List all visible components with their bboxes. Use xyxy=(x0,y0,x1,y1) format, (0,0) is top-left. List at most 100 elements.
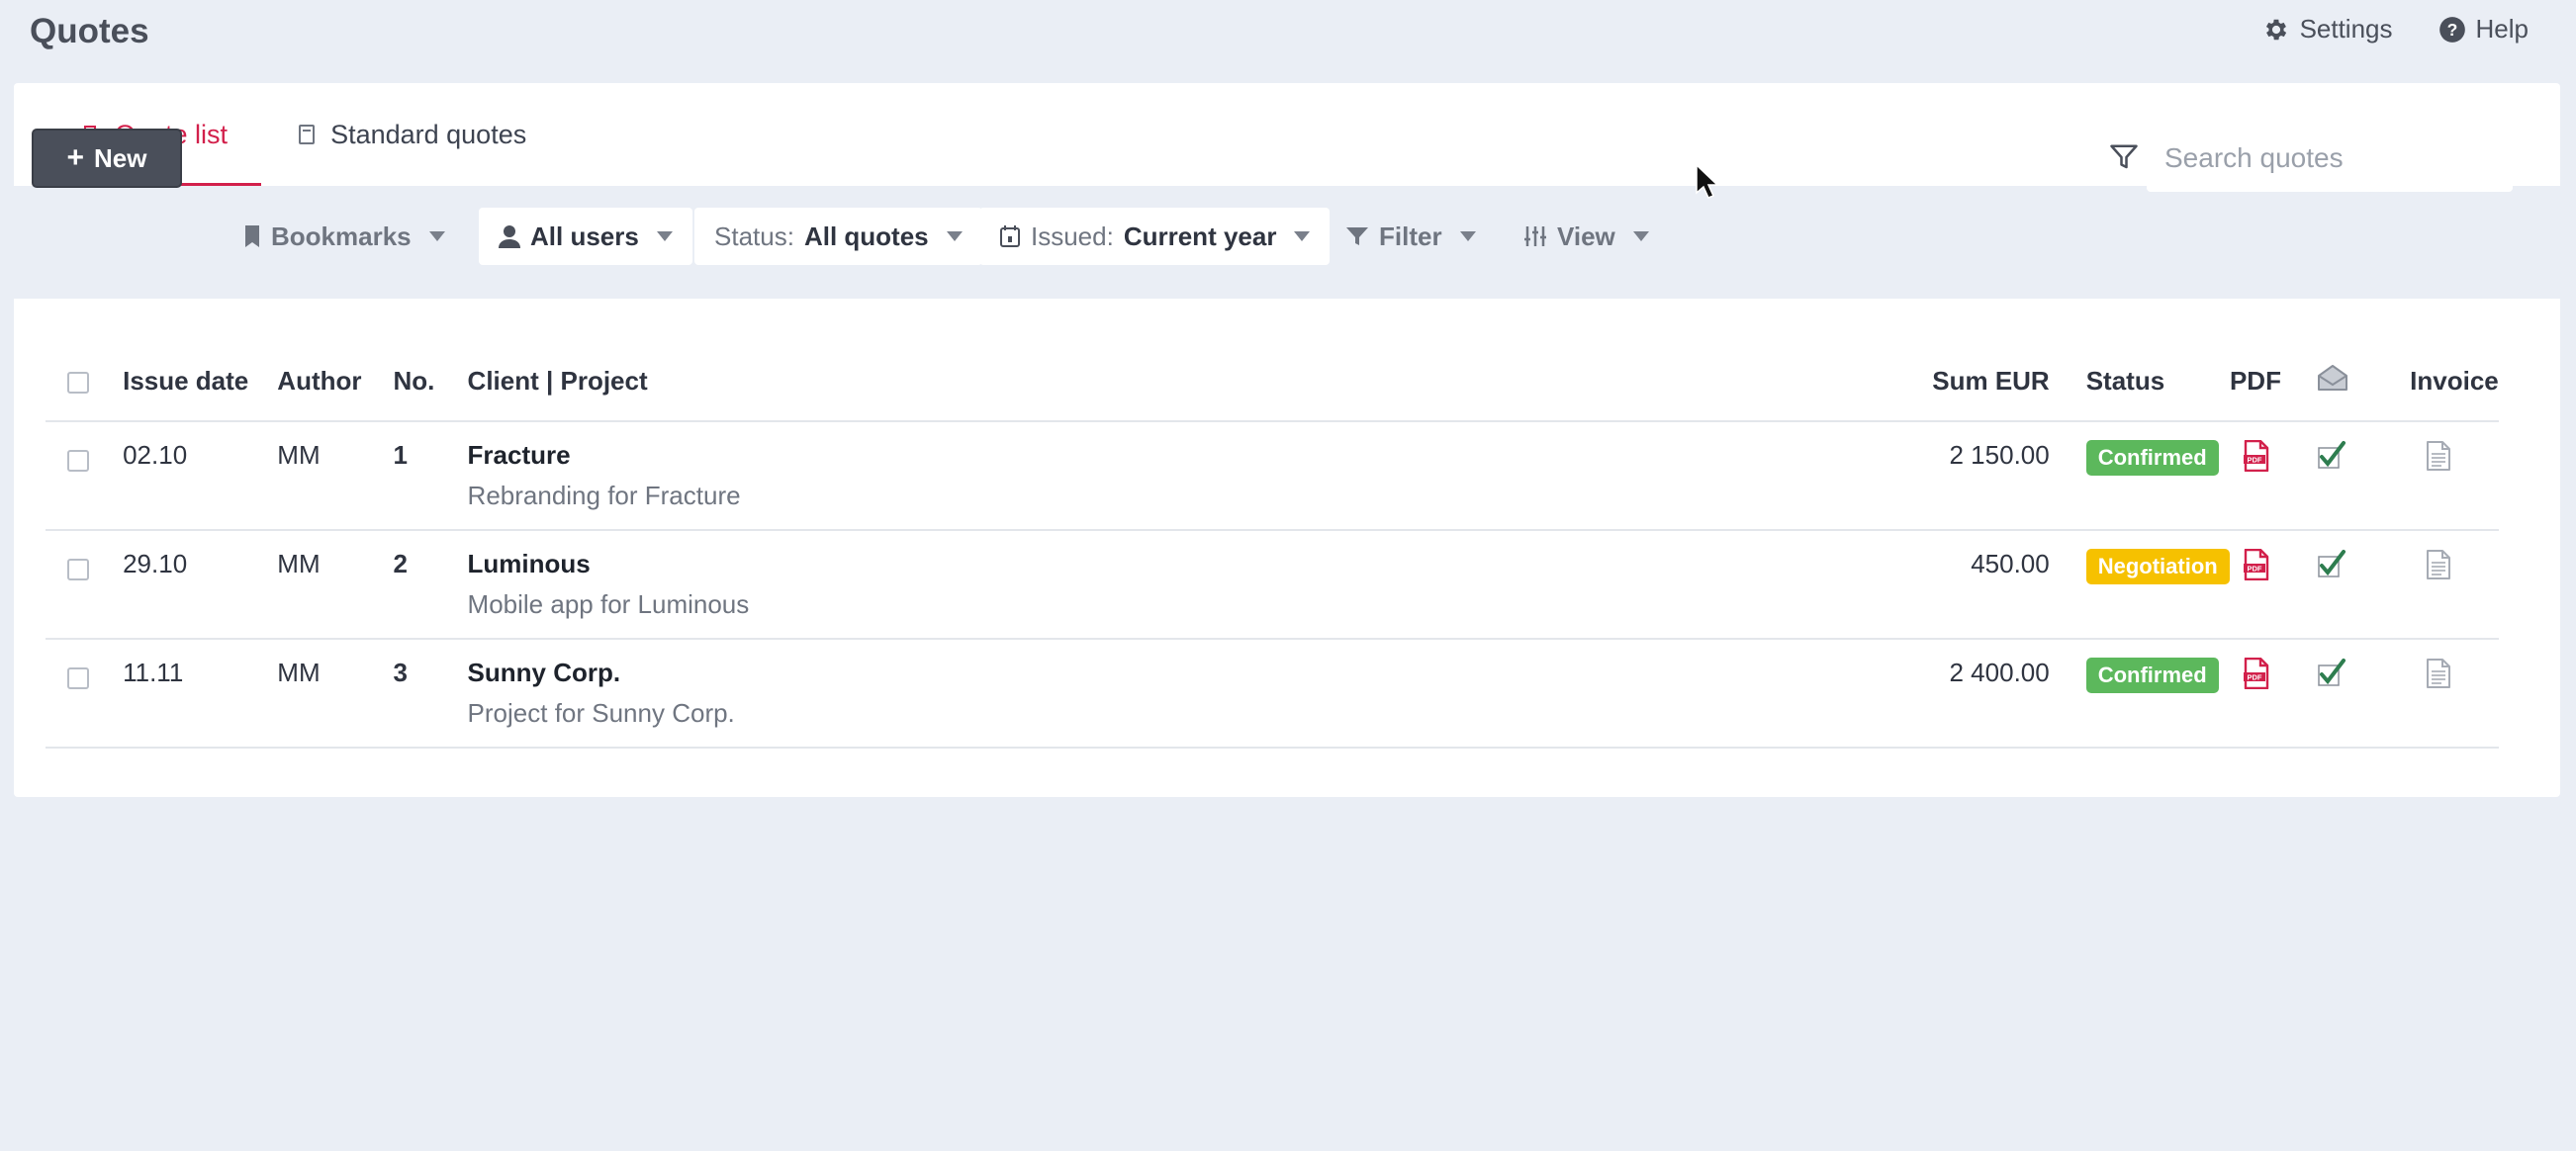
users-dropdown[interactable]: All users xyxy=(479,208,692,265)
invoice-cell xyxy=(2388,639,2499,749)
col-status[interactable]: Status xyxy=(2049,342,2230,422)
view-label: View xyxy=(1557,221,1615,251)
col-sum[interactable]: Sum EUR xyxy=(1903,342,2050,422)
bookmarks-dropdown[interactable]: Bookmarks xyxy=(243,208,445,265)
pdf-cell: PDF xyxy=(2229,530,2312,640)
settings-label: Settings xyxy=(2299,14,2393,44)
client-name[interactable]: Luminous xyxy=(468,549,1904,579)
sent-cell xyxy=(2311,530,2389,640)
author: MM xyxy=(277,421,394,531)
svg-text:PDF: PDF xyxy=(2247,673,2261,682)
author: MM xyxy=(277,530,394,640)
pdf-icon[interactable]: PDF xyxy=(2242,658,2271,689)
funnel-outline-icon[interactable] xyxy=(2109,142,2139,172)
quote-number[interactable]: 1 xyxy=(393,421,468,531)
svg-text:PDF: PDF xyxy=(2247,565,2261,574)
issue-date: 02.10 xyxy=(123,421,278,531)
filter-label: Filter xyxy=(1379,221,1442,251)
client-project-cell[interactable]: Sunny Corp. Project for Sunny Corp. xyxy=(467,639,1904,749)
invoice-document-icon[interactable] xyxy=(2424,658,2453,689)
issue-date: 29.10 xyxy=(123,530,278,640)
new-label: New xyxy=(94,142,147,173)
gear-icon xyxy=(2265,19,2286,40)
status-cell: Negotiation xyxy=(2049,530,2230,640)
issued-prefix: Issued: xyxy=(1031,221,1114,251)
top-actions: Settings ? Help xyxy=(2262,14,2529,44)
col-invoice: Invoice xyxy=(2388,342,2499,422)
status-value: All quotes xyxy=(803,221,929,251)
table-header-row: Issue date Author No. Client | Project S… xyxy=(46,342,2499,422)
search-input[interactable] xyxy=(2147,125,2513,192)
issued-dropdown[interactable]: Issued: Current year xyxy=(979,208,1331,265)
bookmarks-label: Bookmarks xyxy=(271,221,412,251)
table-row[interactable]: 29.10 MM 2 Luminous Mobile app for Lumin… xyxy=(46,530,2499,640)
invoice-document-icon[interactable] xyxy=(2424,440,2453,472)
quote-number[interactable]: 3 xyxy=(393,639,468,749)
row-checkbox[interactable] xyxy=(67,559,89,581)
users-label: All users xyxy=(530,221,639,251)
issued-value: Current year xyxy=(1123,221,1277,251)
checkmark-icon xyxy=(2318,550,2346,577)
col-pdf: PDF xyxy=(2229,342,2312,422)
help-label: Help xyxy=(2475,14,2529,44)
new-quote-button[interactable]: + New xyxy=(32,129,182,188)
col-issue-date[interactable]: Issue date xyxy=(123,342,278,422)
pdf-cell: PDF xyxy=(2229,639,2312,749)
bookmark-icon xyxy=(245,225,259,247)
client-project-cell[interactable]: Luminous Mobile app for Luminous xyxy=(467,530,1904,640)
client-name[interactable]: Fracture xyxy=(468,440,1904,471)
sliders-icon xyxy=(1524,226,1546,246)
col-client-project[interactable]: Client | Project xyxy=(467,342,1904,422)
plus-icon: + xyxy=(66,141,85,174)
col-author[interactable]: Author xyxy=(277,342,394,422)
row-checkbox[interactable] xyxy=(67,667,89,690)
svg-text:PDF: PDF xyxy=(2247,456,2261,465)
chevron-down-icon xyxy=(428,231,445,241)
chevron-down-icon xyxy=(1294,231,1311,241)
project-name: Project for Sunny Corp. xyxy=(467,698,735,728)
pdf-icon[interactable]: PDF xyxy=(2242,549,2271,580)
settings-link[interactable]: Settings xyxy=(2262,14,2393,44)
mouse-cursor-icon xyxy=(1696,164,1719,199)
invoice-document-icon[interactable] xyxy=(2424,549,2453,580)
status-dropdown[interactable]: Status: All quotes xyxy=(694,208,982,265)
client-project-cell[interactable]: Fracture Rebranding for Fracture xyxy=(467,421,1904,531)
select-all-cell xyxy=(46,342,124,422)
table-row[interactable]: 02.10 MM 1 Fracture Rebranding for Fract… xyxy=(46,421,2499,531)
view-dropdown[interactable]: View xyxy=(1523,208,1649,265)
select-all-checkbox[interactable] xyxy=(67,372,89,395)
row-select-cell xyxy=(46,421,124,531)
quote-number[interactable]: 2 xyxy=(393,530,468,640)
sum: 2 400.00 xyxy=(1903,639,2050,749)
row-checkbox[interactable] xyxy=(67,450,89,473)
status-badge[interactable]: Negotiation xyxy=(2085,549,2230,584)
row-select-cell xyxy=(46,639,124,749)
status-badge[interactable]: Confirmed xyxy=(2085,658,2219,693)
page-title: Quotes xyxy=(30,12,149,50)
calendar-icon xyxy=(1000,225,1020,247)
tab-standard-quotes[interactable]: Standard quotes xyxy=(261,83,560,186)
envelope-open-icon xyxy=(2318,365,2348,391)
funnel-icon xyxy=(1346,227,1368,245)
sum: 450.00 xyxy=(1903,530,2050,640)
status-cell: Confirmed xyxy=(2049,639,2230,749)
col-sent xyxy=(2311,342,2389,422)
client-name[interactable]: Sunny Corp. xyxy=(468,658,1904,688)
sent-cell xyxy=(2311,421,2389,531)
checkmark-icon xyxy=(2318,659,2346,686)
status-badge[interactable]: Confirmed xyxy=(2085,440,2219,476)
chevron-down-icon xyxy=(1632,231,1649,241)
help-link[interactable]: ? Help xyxy=(2438,14,2529,44)
help-icon: ? xyxy=(2438,16,2465,43)
author: MM xyxy=(277,639,394,749)
row-select-cell xyxy=(46,530,124,640)
col-number[interactable]: No. xyxy=(393,342,468,422)
issue-date: 11.11 xyxy=(123,639,278,749)
filter-dropdown[interactable]: Filter xyxy=(1345,208,1476,265)
table-row[interactable]: 11.11 MM 3 Sunny Corp. Project for Sunny… xyxy=(46,639,2499,749)
toolbar: Bookmarks All users Status: All quotes I… xyxy=(14,186,2560,299)
pdf-icon[interactable]: PDF xyxy=(2242,440,2271,472)
user-icon xyxy=(499,225,520,248)
project-name: Rebranding for Fracture xyxy=(467,481,741,510)
svg-text:?: ? xyxy=(2446,19,2457,39)
